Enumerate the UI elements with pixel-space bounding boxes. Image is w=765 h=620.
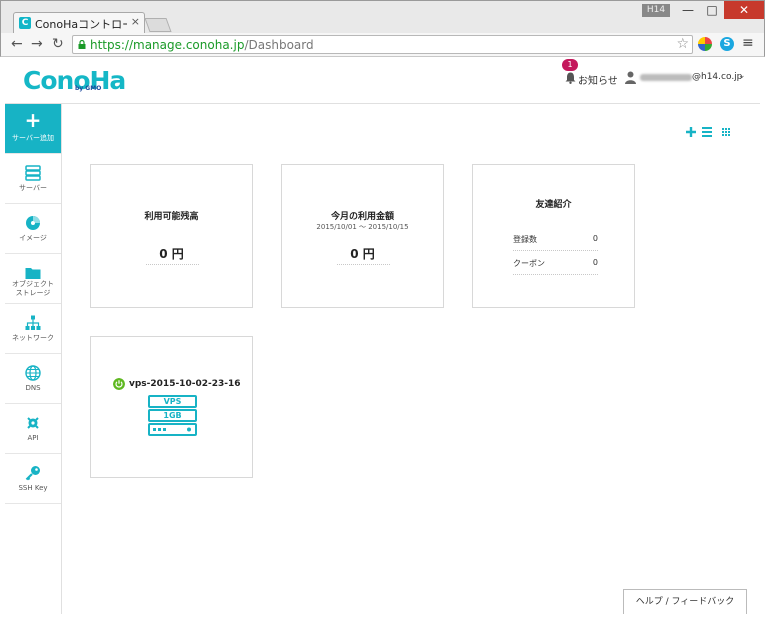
server-memory: 1GB: [148, 409, 197, 422]
forward-icon[interactable]: →: [31, 36, 43, 52]
user-email[interactable]: @h14.co.jp: [692, 72, 742, 82]
add-icon[interactable]: [686, 127, 696, 137]
monthly-usage-card: 今月の利用金額 2015/10/01 〜 2015/10/15 0 円: [281, 164, 444, 308]
sidebar-item-network[interactable]: ネットワーク: [5, 304, 61, 354]
dashboard-main: 利用可能残高 0 円 今月の利用金額 2015/10/01 〜 2015/10/…: [62, 104, 760, 614]
api-icon: [27, 417, 39, 429]
tab-close-icon[interactable]: ×: [131, 15, 140, 28]
lock-icon: [78, 40, 86, 49]
help-feedback-button[interactable]: ヘルプ / フィードバック: [623, 589, 747, 614]
sidebar-item-label: イメージ: [19, 234, 47, 242]
divider: [146, 264, 199, 265]
list-view-icon[interactable]: [702, 127, 712, 137]
server-drive-icon: [148, 423, 197, 436]
sidebar-item-label: SSH Key: [18, 484, 48, 492]
app-header: ConoHa by GMO 1 お知らせ @h14.co.jp ⌄: [5, 57, 760, 104]
sidebar-item-label: オブジェクト ストレージ: [12, 280, 54, 297]
user-name-redacted: [640, 74, 692, 81]
sidebar-item-object-storage[interactable]: オブジェクト ストレージ: [5, 254, 61, 304]
globe-icon: [25, 365, 41, 381]
server-type: VPS: [148, 395, 197, 408]
address-bar[interactable]: https://manage.conoha.jp/Dashboard ☆: [72, 35, 693, 54]
user-icon: [625, 71, 636, 84]
balance-title: 利用可能残高: [144, 212, 199, 222]
server-icon: [25, 165, 41, 181]
network-icon: [25, 315, 41, 330]
referral-row-coupons: クーポン 0: [513, 251, 598, 275]
folder-icon: [25, 268, 41, 279]
browser-tab[interactable]: C ConoHaコントロールパ ×: [13, 12, 145, 34]
minimize-icon[interactable]: —: [677, 1, 699, 19]
vps-server-icon: VPS 1GB: [148, 395, 197, 437]
url-text: https://manage.conoha.jp/Dashboard: [90, 38, 314, 52]
view-toggle: [686, 127, 730, 137]
notifications-link[interactable]: お知らせ: [578, 72, 618, 87]
sidebar-item-image[interactable]: イメージ: [5, 204, 61, 254]
tab-title: ConoHaコントロールパ: [35, 18, 127, 31]
browser-titlebar: C ConoHaコントロールパ × H14 — □ ✕: [0, 0, 765, 34]
maximize-icon[interactable]: □: [701, 1, 723, 19]
sidebar-item-dns[interactable]: DNS: [5, 354, 61, 404]
bell-icon[interactable]: [565, 72, 576, 84]
grid-view-icon[interactable]: [722, 128, 730, 136]
referral-card: 友達紹介 登録数 0 クーポン 0: [472, 164, 635, 308]
sidebar-item-label: サーバー追加: [12, 134, 54, 142]
plus-icon: +: [24, 108, 42, 132]
browser-toolbar: ← → ↻ https://manage.conoha.jp/Dashboard…: [0, 33, 765, 57]
url-path: /Dashboard: [244, 38, 314, 52]
sidebar-item-label: ネットワーク: [12, 334, 54, 342]
conoha-favicon-icon: C: [19, 17, 31, 29]
close-window-icon[interactable]: ✕: [724, 1, 764, 19]
reload-icon[interactable]: ↻: [52, 36, 64, 52]
sidebar-item-ssh-key[interactable]: SSH Key: [5, 454, 61, 504]
url-host: https://manage.conoha.jp: [90, 38, 245, 52]
sidebar: + サーバー追加 サーバー イメージ オブジェクト ストレージ ネットワーク D…: [5, 104, 62, 614]
referral-value: 0: [592, 258, 598, 267]
divider: [337, 264, 390, 265]
server-card[interactable]: vps-2015-10-02-23-16 VPS 1GB: [90, 336, 253, 478]
new-tab-button[interactable]: [144, 18, 172, 32]
referral-title: 友達紹介: [535, 200, 572, 210]
sidebar-item-add-server[interactable]: + サーバー追加: [5, 104, 61, 154]
sidebar-item-label: DNS: [25, 384, 41, 392]
logo-subtitle: by GMO: [75, 85, 102, 92]
drive-lights-icon: [153, 427, 191, 432]
key-icon: [25, 466, 40, 481]
sidebar-item-label: サーバー: [19, 184, 47, 192]
referral-label: クーポン: [513, 259, 545, 268]
back-icon[interactable]: ←: [11, 36, 23, 52]
profile-badge[interactable]: H14: [642, 4, 670, 17]
sidebar-item-server[interactable]: サーバー: [5, 154, 61, 204]
referral-value: 0: [592, 234, 598, 243]
chevron-down-icon[interactable]: ⌄: [738, 71, 746, 81]
balance-value: 0 円: [159, 247, 184, 261]
sidebar-item-label: API: [27, 434, 39, 442]
power-icon: [113, 378, 125, 390]
balance-card: 利用可能残高 0 円: [90, 164, 253, 308]
monthly-usage-value: 0 円: [350, 247, 375, 261]
bookmark-star-icon[interactable]: ☆: [676, 36, 689, 52]
skype-icon[interactable]: S: [720, 37, 734, 51]
referral-label: 登録数: [513, 235, 537, 244]
referral-row-registrations: 登録数 0: [513, 227, 598, 251]
disc-icon: [26, 216, 40, 230]
sidebar-item-api[interactable]: API: [5, 404, 61, 454]
menu-icon[interactable]: ≡: [742, 35, 754, 51]
notification-count-badge: 1: [562, 59, 578, 71]
extension-icon[interactable]: [698, 37, 712, 51]
server-name[interactable]: vps-2015-10-02-23-16: [129, 379, 241, 389]
monthly-usage-period: 2015/10/01 〜 2015/10/15: [316, 223, 409, 231]
monthly-usage-title: 今月の利用金額: [330, 212, 394, 222]
